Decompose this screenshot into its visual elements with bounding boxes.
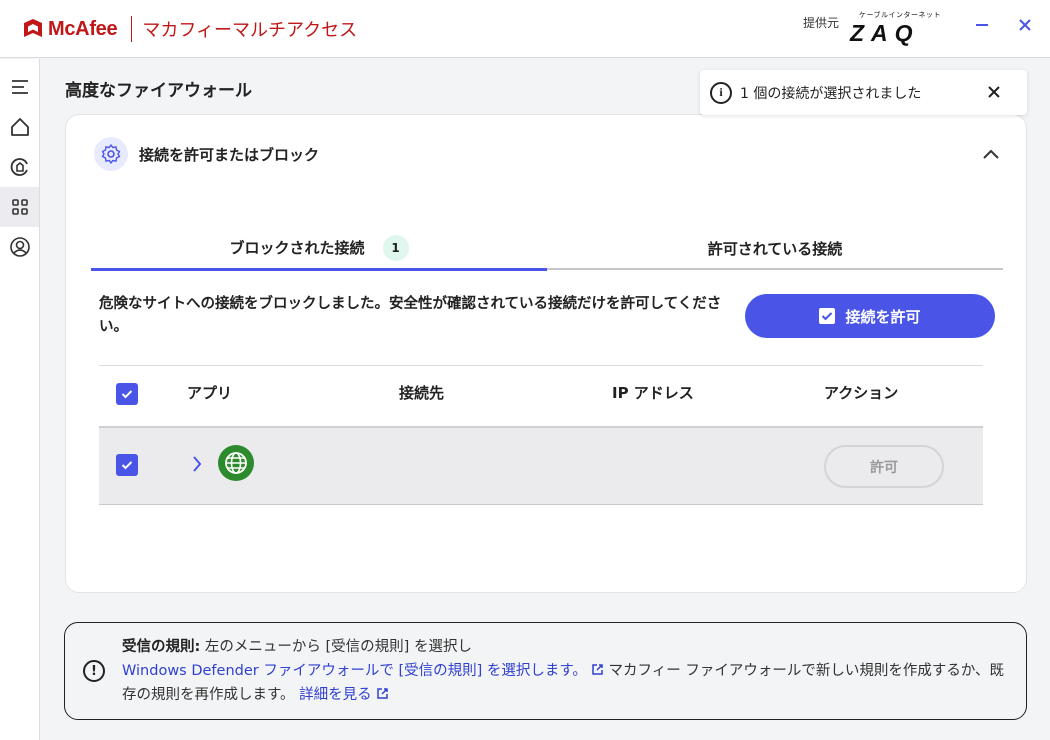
- alert-icon: !: [83, 660, 105, 682]
- logo-separator: [131, 16, 133, 42]
- chevron-right-icon[interactable]: [189, 454, 205, 474]
- row-allow-button[interactable]: 許可: [824, 445, 944, 488]
- external-link-icon: [592, 664, 603, 675]
- app-name: マカフィーマルチアクセス: [142, 20, 358, 41]
- allow-block-card: 接続を許可またはブロック ブロックされた接続 1 許可されている接続 危険なサイ…: [65, 114, 1027, 593]
- allow-connection-label: 接続を許可: [845, 307, 921, 326]
- table-header: アプリ 接続先 IP アドレス アクション: [99, 365, 983, 428]
- page-title: 高度なファイアウォール: [65, 81, 252, 101]
- inbound-rules-info: ! 受信の規則: 左のメニューから [受信の規則] を選択し Windows D…: [64, 622, 1027, 720]
- tab-label: 許可されている接続: [707, 240, 843, 258]
- partner-logo: ケーブルインターネット ZAQ: [848, 10, 952, 46]
- close-icon[interactable]: [1013, 14, 1037, 38]
- info-text-1: 左のメニューから [受信の規則] を選択し: [200, 639, 472, 655]
- partner-logo-subtitle: ケーブルインターネット: [858, 11, 942, 19]
- chevron-up-icon[interactable]: [980, 143, 1002, 165]
- info-label: 受信の規則:: [122, 639, 201, 655]
- side-rail: [0, 59, 40, 740]
- partner-logo-text: ZAQ: [850, 20, 920, 46]
- toast-close-icon[interactable]: [987, 82, 1001, 102]
- menu-icon[interactable]: [0, 67, 39, 107]
- column-header-destination: 接続先: [399, 384, 445, 402]
- description-text: 危険なサイトへの接続をブロックしました。安全性が確認されている接続だけを許可して…: [99, 296, 722, 335]
- card-title: 接続を許可またはブロック: [139, 146, 320, 164]
- globe-icon: [218, 445, 254, 481]
- apps-grid-icon[interactable]: [0, 187, 39, 227]
- brand-name: McAfee: [48, 17, 118, 40]
- windows-defender-link[interactable]: Windows Defender ファイアウォールで [受信の規則] を選択しま…: [122, 663, 587, 679]
- mcafee-shield-icon: [24, 19, 42, 37]
- gear-icon: [94, 137, 128, 171]
- home-icon[interactable]: [0, 107, 39, 147]
- minimize-icon[interactable]: [970, 14, 994, 38]
- tab-blocked-connections[interactable]: ブロックされた接続 1: [91, 227, 547, 271]
- learn-more-link[interactable]: 詳細を見る: [299, 687, 372, 703]
- row-checkbox[interactable]: [116, 454, 138, 476]
- column-header-app: アプリ: [187, 384, 233, 402]
- count-badge: 1: [382, 234, 409, 261]
- tab-allowed-connections[interactable]: 許可されている接続: [547, 227, 1003, 270]
- info-text: 受信の規則: 左のメニューから [受信の規則] を選択し Windows Def…: [122, 635, 1012, 707]
- selection-toast: i 1 個の接続が選択されました: [700, 70, 1027, 115]
- provider-label: 提供元: [803, 16, 840, 30]
- info-icon: i: [710, 81, 732, 104]
- tab-label: ブロックされた接続: [229, 239, 365, 257]
- connections-table: アプリ 接続先 IP アドレス アクション 許可: [99, 365, 983, 505]
- table-row: 許可: [99, 428, 983, 505]
- mcafee-logo: McAfee マカフィーマルチアクセス: [22, 16, 358, 42]
- external-link-icon: [376, 688, 388, 699]
- column-header-action: アクション: [824, 384, 899, 402]
- connection-tabs: ブロックされた接続 1 許可されている接続: [91, 227, 1003, 271]
- toast-message: 1 個の接続が選択されました: [740, 85, 922, 102]
- column-header-ip: IP アドレス: [612, 384, 694, 402]
- protection-icon[interactable]: [0, 147, 39, 187]
- title-bar: McAfee マカフィーマルチアクセス 提供元 ケーブルインターネット ZAQ: [0, 0, 1050, 58]
- select-all-checkbox[interactable]: [116, 383, 138, 405]
- account-icon[interactable]: [0, 227, 39, 267]
- allow-connection-button[interactable]: 接続を許可: [745, 294, 995, 338]
- checkbox-icon: [819, 308, 836, 324]
